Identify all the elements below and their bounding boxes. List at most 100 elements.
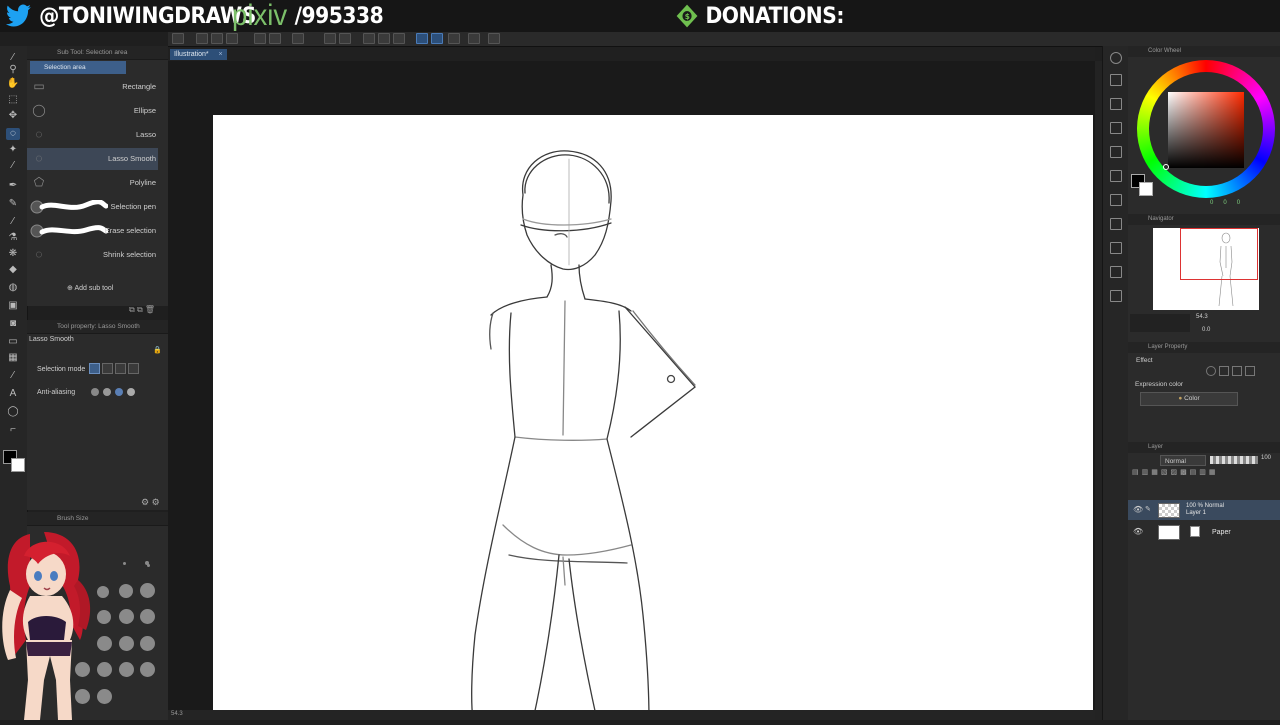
sub-tool-selection-pen[interactable]: Selection pen: [27, 196, 158, 218]
app-menu-icon[interactable]: [172, 33, 184, 44]
invert-selection-icon[interactable]: [393, 33, 405, 44]
aa-none-button[interactable]: [91, 388, 99, 396]
sub-view-icon[interactable]: [1110, 146, 1122, 158]
effect-buttons[interactable]: [1206, 366, 1255, 376]
brush-tool-icon[interactable]: ⁄: [6, 216, 20, 228]
operation-tool-icon[interactable]: ⬚: [6, 94, 20, 106]
sub-tool-lasso[interactable]: ◌ Lasso: [27, 124, 158, 146]
duplicate-sub-tool-icon[interactable]: ⧉: [129, 305, 135, 314]
snap-special-ruler-icon[interactable]: [431, 33, 443, 44]
navigator-view-frame[interactable]: [1180, 228, 1258, 280]
material-icon[interactable]: [1110, 74, 1122, 86]
figure-tool-icon[interactable]: ▭: [6, 336, 20, 348]
copy-sub-tool-icon[interactable]: ⧉: [137, 305, 143, 314]
subtract-selection-button[interactable]: [115, 363, 126, 374]
status-zoom[interactable]: 54.3: [171, 711, 183, 717]
selection-mode-buttons[interactable]: [89, 363, 139, 374]
move-layer-tool-icon[interactable]: ✥: [6, 110, 20, 122]
balloon-tool-icon[interactable]: ◯: [6, 406, 20, 418]
snap-grid-icon[interactable]: [448, 33, 460, 44]
aa-strong-button[interactable]: [127, 388, 135, 396]
quick-access-icon[interactable]: [1110, 290, 1122, 302]
navigator-slider[interactable]: [1130, 314, 1190, 332]
brush-size-preset[interactable]: [140, 583, 155, 598]
auto-action-icon[interactable]: [1110, 218, 1122, 230]
search-icon[interactable]: [1110, 52, 1122, 64]
decoration-tool-icon[interactable]: ❋: [6, 248, 20, 260]
sub-color-chip[interactable]: [1139, 182, 1153, 196]
brush-size-preset[interactable]: [119, 662, 134, 677]
sub-tool-shrink-selection[interactable]: ◌ Shrink selection: [27, 244, 158, 266]
navigator-rotation[interactable]: 0.0: [1202, 327, 1210, 333]
auto-select-tool-icon[interactable]: ✦: [6, 144, 20, 156]
frame-tool-icon[interactable]: ▦: [6, 352, 20, 364]
opacity-value[interactable]: 100: [1261, 455, 1271, 461]
brush-size-preset[interactable]: [140, 636, 155, 651]
save-icon[interactable]: [226, 33, 238, 44]
new-selection-button[interactable]: [89, 363, 100, 374]
deselect-icon[interactable]: [378, 33, 390, 44]
tool-property-settings-icon[interactable]: ⚙ ⚙: [141, 497, 160, 508]
aa-middle-button[interactable]: [115, 388, 123, 396]
airbrush-tool-icon[interactable]: ⚗: [6, 232, 20, 244]
clear-icon[interactable]: [292, 33, 304, 44]
delete-sub-tool-icon[interactable]: 🗑: [145, 305, 155, 314]
expression-color-select[interactable]: ● Color: [1140, 392, 1238, 406]
blend-tool-icon[interactable]: ◍: [6, 282, 20, 294]
undo-icon[interactable]: [254, 33, 266, 44]
crop-icon[interactable]: [339, 33, 351, 44]
add-selection-button[interactable]: [102, 363, 113, 374]
eyedropper-tool-icon[interactable]: ⁄: [6, 160, 20, 172]
saturation-value-square[interactable]: [1168, 92, 1244, 168]
zoom-tool-icon[interactable]: ⚲: [6, 64, 20, 76]
aa-weak-button[interactable]: [103, 388, 111, 396]
sub-color-swatch[interactable]: [11, 458, 25, 472]
selection-tool-icon[interactable]: ◌: [6, 128, 20, 140]
new-file-icon[interactable]: [196, 33, 208, 44]
redo-icon[interactable]: [269, 33, 281, 44]
tab-illustration[interactable]: Illustration* ×: [170, 49, 227, 60]
fill-icon[interactable]: [324, 33, 336, 44]
correct-line-tool-icon[interactable]: ⌐: [6, 424, 20, 436]
brush-size-preset[interactable]: [140, 662, 155, 677]
sub-tool-ellipse[interactable]: ◯ Ellipse: [27, 100, 158, 122]
snap-ruler-icon[interactable]: [416, 33, 428, 44]
transform-icon[interactable]: [363, 33, 375, 44]
sub-tool-group-tab[interactable]: Selection area: [30, 61, 126, 74]
eraser-tool-icon[interactable]: ◆: [6, 264, 20, 276]
open-file-icon[interactable]: [211, 33, 223, 44]
layer-property-icon[interactable]: [1110, 98, 1122, 110]
brush-size-preset[interactable]: [147, 564, 150, 567]
layer-row-paper[interactable]: 👁 Paper: [1128, 522, 1280, 542]
visibility-eye-icon[interactable]: 👁: [1133, 527, 1143, 536]
layer-toolbar[interactable]: ▤▥▦▧▨▩▤▥▦: [1132, 468, 1278, 498]
sub-tool-rectangle[interactable]: ▭ Rectangle: [27, 76, 158, 98]
intersect-selection-button[interactable]: [128, 363, 139, 374]
brush-size-preset[interactable]: [119, 584, 133, 598]
brush-size-preset[interactable]: [119, 609, 134, 624]
history-icon[interactable]: [1110, 194, 1122, 206]
visibility-eye-icon[interactable]: 👁: [1133, 505, 1143, 514]
brush-size-preset[interactable]: [140, 609, 155, 624]
animation-cels-icon[interactable]: [1110, 266, 1122, 278]
brush-size-preset[interactable]: [123, 562, 126, 565]
fill-tool-icon[interactable]: ▣: [6, 300, 20, 312]
text-tool-icon[interactable]: A: [6, 388, 20, 400]
ruler-icon[interactable]: [468, 33, 480, 44]
gradient-tool-icon[interactable]: ◙: [6, 318, 20, 330]
tab-close-icon[interactable]: ×: [219, 49, 223, 60]
canvas-vertical-scrollbar[interactable]: [1095, 61, 1102, 720]
settings-icon[interactable]: [488, 33, 500, 44]
sub-tool-lasso-smooth[interactable]: ◌ Lasso Smooth: [27, 148, 158, 170]
pen-tool-icon[interactable]: ✒: [6, 180, 20, 192]
add-sub-tool-button[interactable]: ⊕ Add sub tool: [67, 284, 113, 292]
hand-tool-icon[interactable]: ✋: [6, 78, 20, 90]
item-bank-icon[interactable]: [1110, 170, 1122, 182]
tool-property-lock-icon[interactable]: 🔒: [153, 346, 162, 354]
menu-tool-icon[interactable]: ⁄: [6, 52, 20, 64]
sub-tool-polyline[interactable]: ⬠ Polyline: [27, 172, 158, 194]
pencil-tool-icon[interactable]: ✎: [6, 198, 20, 210]
blend-mode-select[interactable]: Normal: [1160, 455, 1206, 466]
ruler-tool-icon[interactable]: ⁄: [6, 370, 20, 382]
edit-pen-icon[interactable]: ✎: [1145, 505, 1151, 513]
